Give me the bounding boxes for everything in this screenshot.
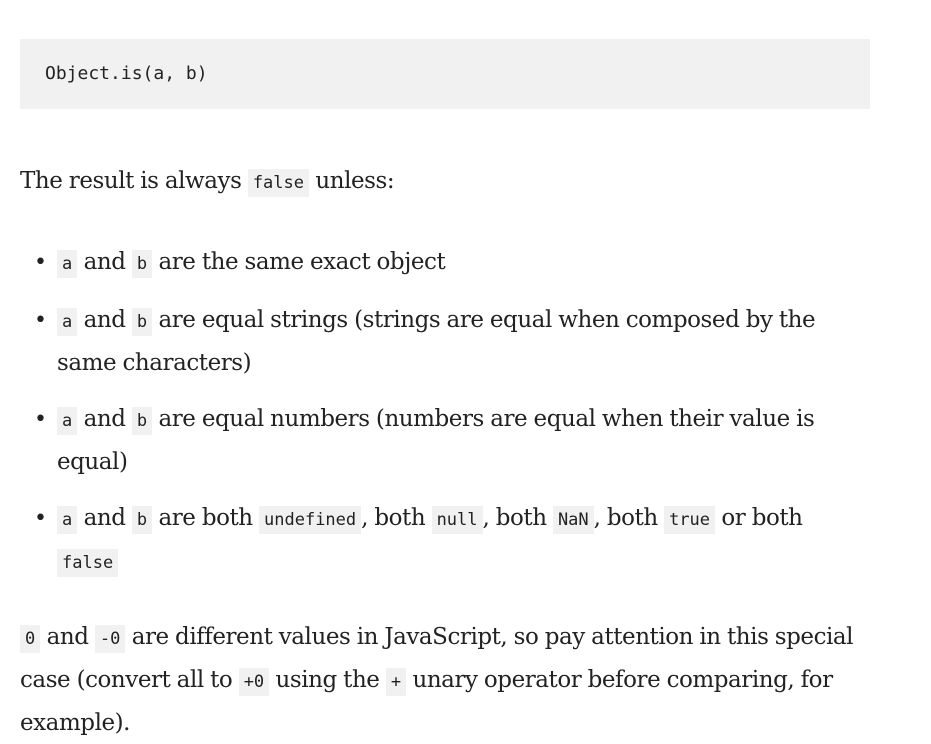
bullet-icon: • <box>34 250 47 275</box>
inline-code-plus-operator: + <box>385 668 407 696</box>
intro-paragraph: The result is always false unless: <box>20 161 870 204</box>
list-item-text: and <box>77 505 132 531</box>
bullet-icon: • <box>34 506 47 531</box>
inline-code-positive-zero: +0 <box>238 668 270 696</box>
bullet-icon: • <box>34 407 47 432</box>
inline-code-false: false <box>247 169 309 197</box>
code-block: Object.is(a, b) <box>20 39 870 109</box>
code-block-text: Object.is(a, b) <box>45 63 208 84</box>
intro-text-after: unless: <box>309 168 395 194</box>
list-item: • a and b are equal strings (strings are … <box>34 300 847 384</box>
inline-code-b: b <box>131 506 153 534</box>
list-item: • a and b are equal numbers (numbers are … <box>34 399 847 483</box>
inline-code-b: b <box>131 308 153 336</box>
inline-code-negative-zero: -0 <box>94 625 126 653</box>
list-item-text: , both <box>593 505 665 531</box>
inline-code-a: a <box>57 407 78 435</box>
list-item-text: and <box>77 307 132 333</box>
intro-text-before: The result is always <box>20 168 248 194</box>
note-text: and <box>40 624 95 650</box>
inline-code-a: a <box>57 506 78 534</box>
inline-code-b: b <box>131 407 153 435</box>
note-paragraph: 0 and -0 are different values in JavaScr… <box>20 617 860 744</box>
inline-code-true: true <box>664 506 716 534</box>
article-content: Object.is(a, b) The result is always fal… <box>20 39 870 744</box>
list-item-text: and <box>77 406 132 432</box>
list-item-text: are equal numbers (numbers are equal whe… <box>57 406 815 475</box>
list-item: • a and b are the same exact object <box>34 242 847 285</box>
inline-code-a: a <box>57 250 78 278</box>
inline-code-null: null <box>431 506 483 534</box>
note-text: using the <box>269 667 386 693</box>
inline-code-false: false <box>57 549 119 577</box>
bullet-icon: • <box>34 308 47 333</box>
inline-code-a: a <box>57 308 78 336</box>
list-item-text: are both <box>152 505 260 531</box>
conditions-list: • a and b are the same exact object • a an… <box>20 242 870 584</box>
inline-code-undefined: undefined <box>259 506 362 534</box>
list-item: • a and b are both undefined, both null, … <box>34 498 847 584</box>
list-item-text: or both <box>715 505 803 531</box>
inline-code-nan: NaN <box>552 506 594 534</box>
inline-code-b: b <box>131 250 153 278</box>
inline-code-zero: 0 <box>20 625 41 653</box>
list-item-text: are the same exact object <box>152 249 446 275</box>
list-item-text: are equal strings (strings are equal whe… <box>57 307 816 376</box>
list-item-text: , both <box>482 505 553 531</box>
list-item-text: , both <box>361 505 432 531</box>
list-item-text: and <box>77 249 132 275</box>
